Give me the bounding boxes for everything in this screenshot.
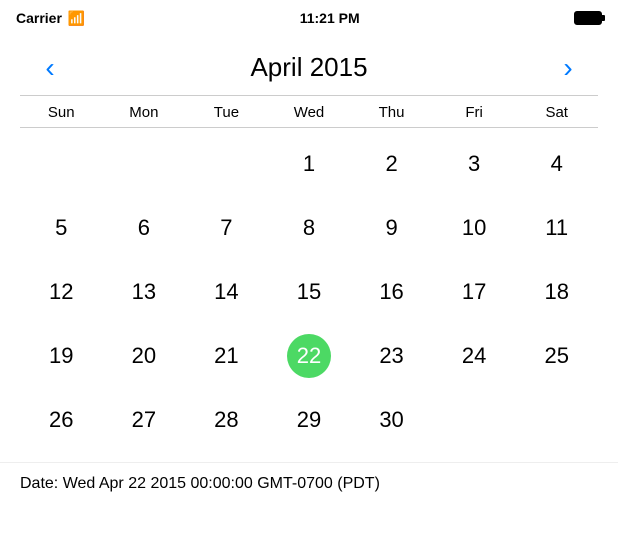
day-21[interactable]: 21 xyxy=(185,324,268,388)
day-13[interactable]: 13 xyxy=(103,260,186,324)
day-4[interactable]: 4 xyxy=(515,132,598,196)
battery-area xyxy=(574,11,602,25)
day-15[interactable]: 15 xyxy=(268,260,351,324)
day-7[interactable]: 7 xyxy=(185,196,268,260)
days-divider xyxy=(20,127,598,128)
day-22[interactable]: 22 xyxy=(268,324,351,388)
day-24[interactable]: 24 xyxy=(433,324,516,388)
header-sat: Sat xyxy=(515,104,598,121)
day-1[interactable]: 1 xyxy=(268,132,351,196)
day-8[interactable]: 8 xyxy=(268,196,351,260)
footer: Date: Wed Apr 22 2015 00:00:00 GMT-0700 … xyxy=(0,462,618,505)
day-6[interactable]: 6 xyxy=(103,196,186,260)
day-28[interactable]: 28 xyxy=(185,388,268,452)
day-23[interactable]: 23 xyxy=(350,324,433,388)
next-month-button[interactable]: › xyxy=(548,54,588,82)
day-20[interactable]: 20 xyxy=(103,324,186,388)
header-thu: Thu xyxy=(350,104,433,121)
month-title: April 2015 xyxy=(250,52,367,83)
calendar-header: ‹ April 2015 › xyxy=(20,36,598,95)
header-sun: Sun xyxy=(20,104,103,121)
day-12[interactable]: 12 xyxy=(20,260,103,324)
day-17[interactable]: 17 xyxy=(433,260,516,324)
day-2[interactable]: 2 xyxy=(350,132,433,196)
calendar-grid: 1234567891011121314151617181920212223242… xyxy=(20,132,598,452)
header-fri: Fri xyxy=(433,104,516,121)
day-headers: Sun Mon Tue Wed Thu Fri Sat xyxy=(20,96,598,127)
day-empty xyxy=(433,388,516,452)
day-29[interactable]: 29 xyxy=(268,388,351,452)
wifi-icon: 📶 xyxy=(68,10,85,27)
day-19[interactable]: 19 xyxy=(20,324,103,388)
status-bar: Carrier 📶 11:21 PM xyxy=(0,0,618,36)
day-16[interactable]: 16 xyxy=(350,260,433,324)
prev-month-button[interactable]: ‹ xyxy=(30,54,70,82)
battery-icon xyxy=(574,11,602,25)
date-label: Date: Wed Apr 22 2015 00:00:00 GMT-0700 … xyxy=(20,475,380,492)
day-10[interactable]: 10 xyxy=(433,196,516,260)
day-27[interactable]: 27 xyxy=(103,388,186,452)
day-30[interactable]: 30 xyxy=(350,388,433,452)
day-9[interactable]: 9 xyxy=(350,196,433,260)
day-5[interactable]: 5 xyxy=(20,196,103,260)
time-display: 11:21 PM xyxy=(300,10,360,26)
day-empty xyxy=(515,388,598,452)
day-empty xyxy=(103,132,186,196)
day-empty xyxy=(20,132,103,196)
calendar: ‹ April 2015 › Sun Mon Tue Wed Thu Fri S… xyxy=(0,36,618,452)
day-14[interactable]: 14 xyxy=(185,260,268,324)
header-wed: Wed xyxy=(268,104,351,121)
status-left: Carrier 📶 xyxy=(16,10,85,27)
day-empty xyxy=(185,132,268,196)
day-18[interactable]: 18 xyxy=(515,260,598,324)
day-25[interactable]: 25 xyxy=(515,324,598,388)
header-mon: Mon xyxy=(103,104,186,121)
carrier-label: Carrier xyxy=(16,10,62,26)
day-3[interactable]: 3 xyxy=(433,132,516,196)
header-tue: Tue xyxy=(185,104,268,121)
day-26[interactable]: 26 xyxy=(20,388,103,452)
day-11[interactable]: 11 xyxy=(515,196,598,260)
